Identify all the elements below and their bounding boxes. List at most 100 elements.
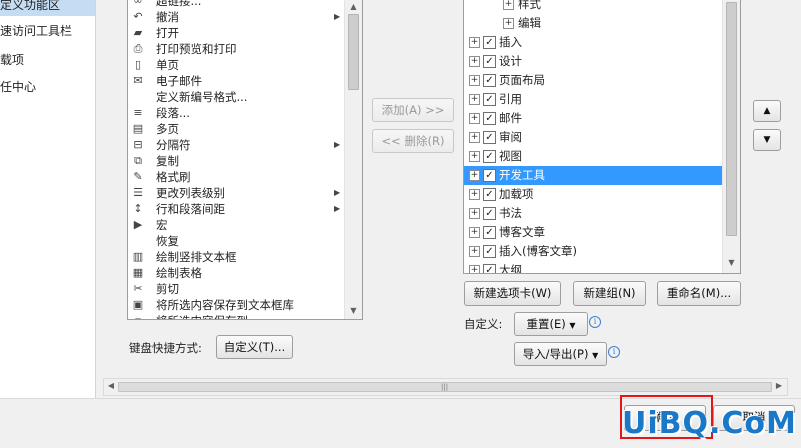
command-item[interactable]: 恢复: [128, 233, 346, 249]
command-item[interactable]: ☰ 更改列表级别 ▶: [128, 185, 346, 201]
tree-item[interactable]: + ✓ 加载项: [464, 185, 723, 204]
reset-dropdown[interactable]: 重置(E) ▼: [514, 312, 588, 336]
checkbox[interactable]: ✓: [483, 93, 496, 106]
command-item[interactable]: ▦ 绘制表格: [128, 265, 346, 281]
expand-plus-icon[interactable]: +: [469, 208, 480, 219]
checkbox[interactable]: ✓: [483, 36, 496, 49]
commands-scrollbar[interactable]: ▲ ▼: [344, 0, 362, 319]
tree-scroll-thumb[interactable]: [726, 2, 737, 236]
keyboard-customize-button[interactable]: 自定义(T)...: [216, 335, 293, 359]
remove-button[interactable]: << 删除(R): [372, 129, 454, 153]
expand-plus-icon[interactable]: +: [469, 132, 480, 143]
checkbox[interactable]: ✓: [483, 207, 496, 220]
checkbox[interactable]: ✓: [483, 188, 496, 201]
checkbox[interactable]: ✓: [483, 264, 496, 273]
command-item[interactable]: 定义新编号格式...: [128, 89, 346, 105]
nav-item-customize-ribbon[interactable]: 定义功能区: [0, 0, 95, 16]
scroll-right-icon[interactable]: ▶: [774, 381, 784, 390]
expand-plus-icon[interactable]: +: [469, 189, 480, 200]
tree-item[interactable]: + ✓ 页面布局: [464, 71, 723, 90]
tree-item[interactable]: + ✓ 邮件: [464, 109, 723, 128]
commands-listbox[interactable]: ∞ 超链接... ↶ 撤消 ▶ ▰ 打开 ⎙ 打印预览和打印 ▯ 单页 ✉ 电子邮件 定义新编号格式...…: [127, 0, 363, 320]
checkbox[interactable]: ✓: [483, 112, 496, 125]
command-item[interactable]: ▶ 宏: [128, 217, 346, 233]
expand-plus-icon[interactable]: +: [469, 56, 480, 67]
tree-item[interactable]: + ✓ 审阅: [464, 128, 723, 147]
command-item[interactable]: ✂ 剪切: [128, 281, 346, 297]
commands-scroll-thumb[interactable]: [348, 14, 359, 90]
command-item[interactable]: ▯ 单页: [128, 57, 346, 73]
expand-plus-icon[interactable]: +: [469, 37, 480, 48]
command-item[interactable]: ▥ 绘制竖排文本框: [128, 249, 346, 265]
tree-item[interactable]: + ✓ 设计: [464, 52, 723, 71]
keyboard-shortcuts-label: 键盘快捷方式:: [129, 341, 202, 355]
new-tab-button[interactable]: 新建选项卡(W): [464, 281, 561, 306]
nav-item-quick-access-toolbar[interactable]: 速访问工具栏: [0, 20, 95, 42]
command-item[interactable]: ▤ 多页: [128, 121, 346, 137]
command-item[interactable]: ↶ 撤消 ▶: [128, 9, 346, 25]
checkbox[interactable]: ✓: [483, 245, 496, 258]
line-spacing-icon: ↕: [133, 202, 143, 215]
add-button[interactable]: 添加(A) >>: [372, 98, 454, 122]
command-item[interactable]: ✎ 格式刷: [128, 169, 346, 185]
command-label: 打开: [156, 26, 179, 40]
checkbox[interactable]: ✓: [483, 55, 496, 68]
expand-plus-icon[interactable]: +: [469, 265, 480, 273]
draw-table-icon: ▦: [132, 266, 144, 279]
move-up-button[interactable]: ▲: [753, 100, 781, 122]
tree-item[interactable]: + 样式: [464, 0, 723, 14]
tree-item[interactable]: + ✓ 插入(博客文章): [464, 242, 723, 261]
expand-plus-icon[interactable]: +: [469, 246, 480, 257]
nav-item-trust-center[interactable]: 任中心: [0, 76, 95, 98]
checkbox[interactable]: ✓: [483, 150, 496, 163]
scroll-left-icon[interactable]: ◀: [106, 381, 116, 390]
command-item[interactable]: ▣ 将所选内容保存到文本框库: [128, 297, 346, 313]
rename-button[interactable]: 重命名(M)...: [657, 281, 741, 306]
new-group-button[interactable]: 新建组(N): [573, 281, 646, 306]
nav-item-add-ins[interactable]: 载项: [0, 49, 95, 71]
tree-item[interactable]: + ✓ 大纲: [464, 261, 723, 273]
expand-plus-icon[interactable]: +: [469, 170, 480, 181]
move-down-button[interactable]: ▼: [753, 129, 781, 151]
command-item[interactable]: ⧉ 复制: [128, 153, 346, 169]
command-item[interactable]: ↕ 行和段落间距 ▶: [128, 201, 346, 217]
tree-item[interactable]: + ✓ 插入: [464, 33, 723, 52]
command-item[interactable]: ∞ 超链接...: [128, 0, 346, 9]
horizontal-scroll-thumb[interactable]: |||: [118, 382, 772, 392]
expand-plus-icon[interactable]: +: [469, 75, 480, 86]
scroll-down-icon[interactable]: ▼: [723, 258, 740, 267]
command-item[interactable]: ⎙ 打印预览和打印: [128, 41, 346, 57]
tree-item[interactable]: + ✓ 开发工具: [464, 166, 723, 185]
command-label: 格式刷: [156, 170, 191, 184]
tree-item[interactable]: + ✓ 视图: [464, 147, 723, 166]
expand-plus-icon[interactable]: +: [503, 18, 514, 29]
scroll-down-icon[interactable]: ▼: [345, 306, 362, 315]
expand-plus-icon[interactable]: +: [503, 0, 514, 10]
command-label: 绘制竖排文本框: [156, 250, 237, 264]
tree-item[interactable]: + ✓ 博客文章: [464, 223, 723, 242]
command-item[interactable]: ≡ 段落...: [128, 105, 346, 121]
scroll-up-icon[interactable]: ▲: [345, 2, 362, 11]
format-painter-icon: ✎: [133, 170, 143, 183]
tree-item[interactable]: + 编辑: [464, 14, 723, 33]
tree-scrollbar[interactable]: ▼: [722, 0, 740, 273]
command-item[interactable]: ▰ 打开: [128, 25, 346, 41]
import-export-dropdown[interactable]: 导入/导出(P) ▼: [514, 342, 607, 366]
checkbox[interactable]: ✓: [483, 169, 496, 182]
expand-plus-icon[interactable]: +: [469, 151, 480, 162]
checkbox[interactable]: ✓: [483, 226, 496, 239]
submenu-arrow-icon: ▶: [334, 204, 341, 213]
panel-horizontal-scrollbar[interactable]: ◀ ||| ▶: [103, 378, 788, 396]
command-item[interactable]: ⊟ 分隔符 ▶: [128, 137, 346, 153]
submenu-arrow-icon: ▶: [334, 188, 341, 197]
expand-plus-icon[interactable]: +: [469, 94, 480, 105]
tree-item[interactable]: + ✓ 书法: [464, 204, 723, 223]
command-item[interactable]: ✉ 电子邮件: [128, 73, 346, 89]
checkbox[interactable]: ✓: [483, 131, 496, 144]
expand-plus-icon[interactable]: +: [469, 227, 480, 238]
tree-item[interactable]: + ✓ 引用: [464, 90, 723, 109]
ribbon-tabs-tree[interactable]: + 样式 + 编辑 + ✓ 插入 + ✓ 设计 + ✓ 页面布局 + ✓ 引用 + ✓ 邮件 + ✓ 审阅 + ✓ 视图 + ✓ 开发…: [463, 0, 741, 274]
checkbox[interactable]: ✓: [483, 74, 496, 87]
command-item[interactable]: ▪ 将所选内容保存到...: [128, 313, 346, 319]
expand-plus-icon[interactable]: +: [469, 113, 480, 124]
